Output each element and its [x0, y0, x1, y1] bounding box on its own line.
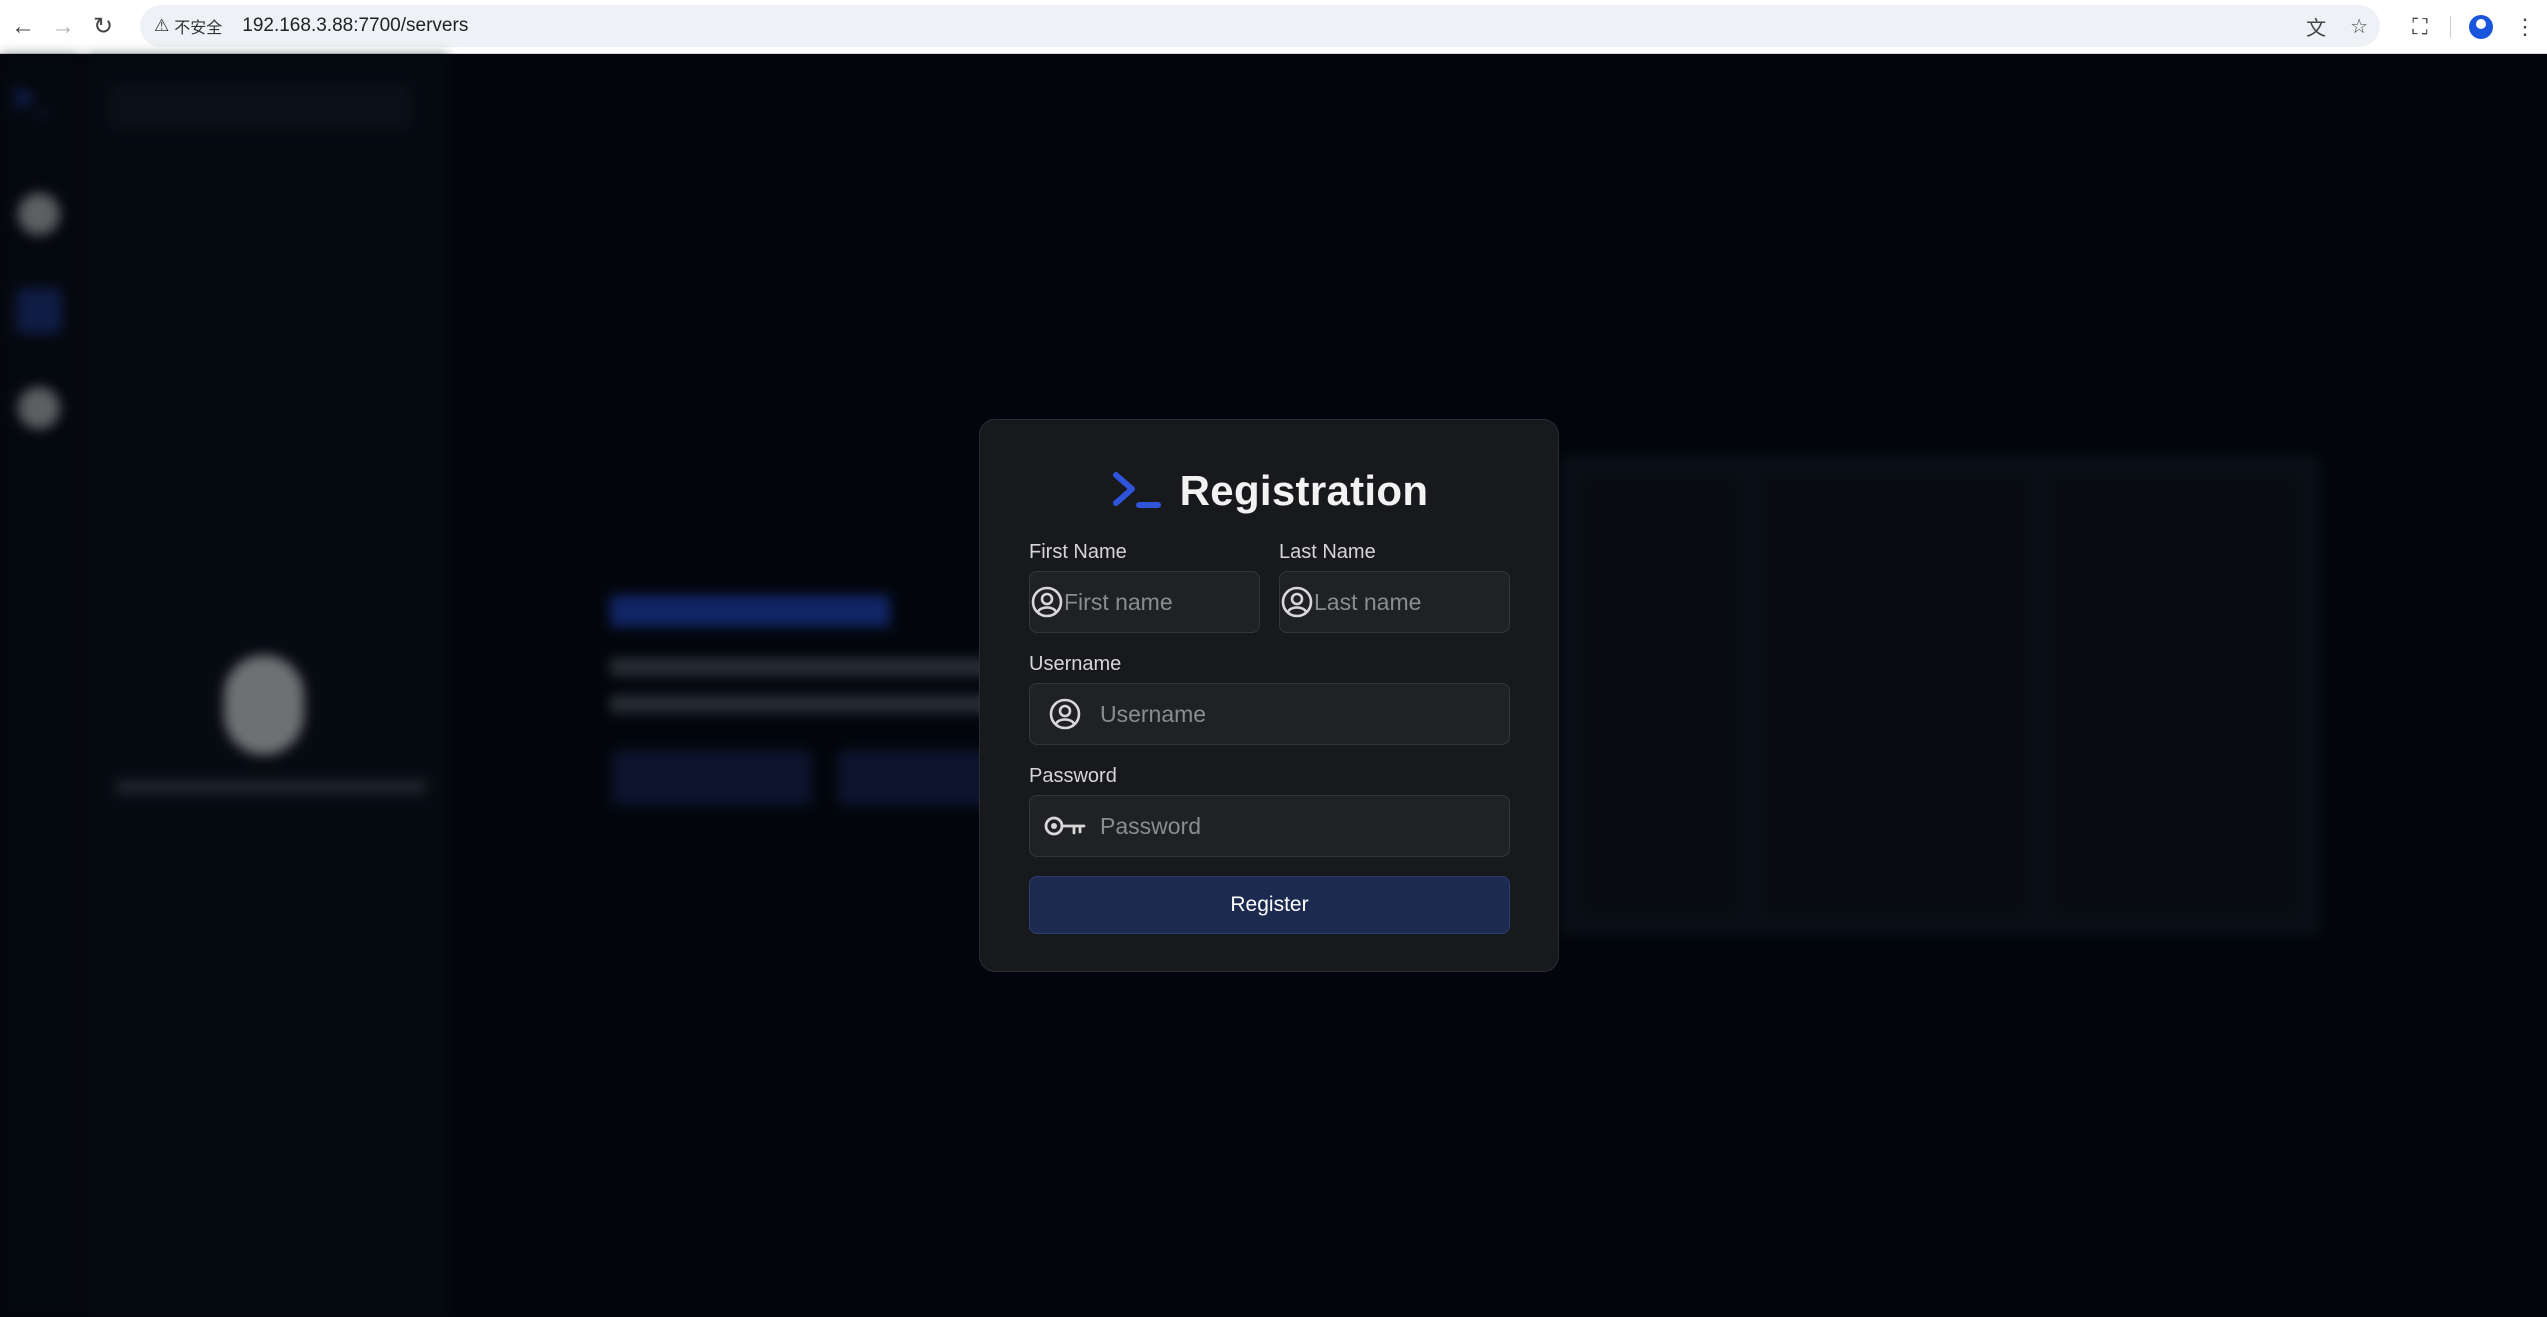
side-panel [86, 55, 448, 1317]
hero-button-block [612, 750, 812, 806]
nav-rail: >_ [0, 55, 80, 1317]
first-name-field[interactable] [1029, 571, 1360, 633]
terminal-logo-icon [1112, 472, 1161, 508]
last-name-label: Last Name [1279, 541, 1376, 563]
translate-icon[interactable]: 文 [2306, 12, 2326, 41]
register-button[interactable]: Register [1029, 876, 1510, 934]
reload-icon[interactable]: ↻ [86, 10, 120, 44]
first-name-label: First Name [1029, 541, 1127, 563]
user-circle-icon [1030, 571, 1064, 633]
security-chip[interactable]: ⚠ 不安全 [154, 14, 222, 38]
kebab-menu-icon[interactable]: ⋮ [2503, 14, 2547, 40]
last-name-field[interactable] [1279, 571, 1610, 633]
rail-item-icon [18, 193, 60, 235]
preview-screenshot [1560, 455, 2320, 935]
address-bar[interactable]: ⚠ 不安全 192.168.3.88:7700/servers 文 ☆ [140, 5, 2380, 47]
rail-item-active-icon [16, 288, 62, 334]
browser-toolbar: ← → ↻ ⚠ 不安全 192.168.3.88:7700/servers 文 … [0, 0, 2547, 54]
username-input[interactable] [1100, 684, 1509, 744]
panel-hint-line [116, 780, 426, 794]
preview-column [2050, 475, 2300, 915]
warning-icon: ⚠ [154, 16, 170, 35]
user-circle-icon [1030, 683, 1100, 745]
app-logo-icon: >_ [12, 77, 54, 118]
password-input[interactable] [1100, 796, 1509, 856]
username-label: Username [1029, 653, 1122, 675]
url-text[interactable]: 192.168.3.88:7700/servers [242, 15, 468, 37]
panel-search-box [110, 85, 410, 129]
forward-arrow-icon[interactable]: → [46, 10, 80, 44]
extensions-icon[interactable]: ⛶ [2398, 14, 2442, 40]
user-circle-icon [1280, 571, 1314, 633]
toolbar-divider [2450, 16, 2451, 38]
password-label: Password [1029, 765, 1117, 787]
key-icon [1030, 795, 1100, 857]
pointer-hand-icon [224, 655, 304, 755]
rail-item-icon [18, 387, 60, 429]
security-label: 不安全 [174, 20, 223, 37]
back-arrow-icon[interactable]: ← [6, 10, 40, 44]
star-icon[interactable]: ☆ [2350, 14, 2368, 39]
dialog-header: Registration [980, 464, 1560, 518]
dialog-title: Registration [1179, 467, 1429, 514]
password-field[interactable] [1029, 795, 1510, 857]
profile-icon[interactable] [2469, 15, 2493, 39]
last-name-input[interactable] [1314, 572, 1610, 632]
registration-dialog: Registration First Name Last Name Userna… [979, 419, 1610, 972]
hero-button-block [838, 750, 998, 806]
preview-column [1760, 475, 2030, 915]
hero-title-block [610, 595, 890, 627]
username-field[interactable] [1029, 683, 1510, 745]
preview-column [1580, 475, 1740, 915]
